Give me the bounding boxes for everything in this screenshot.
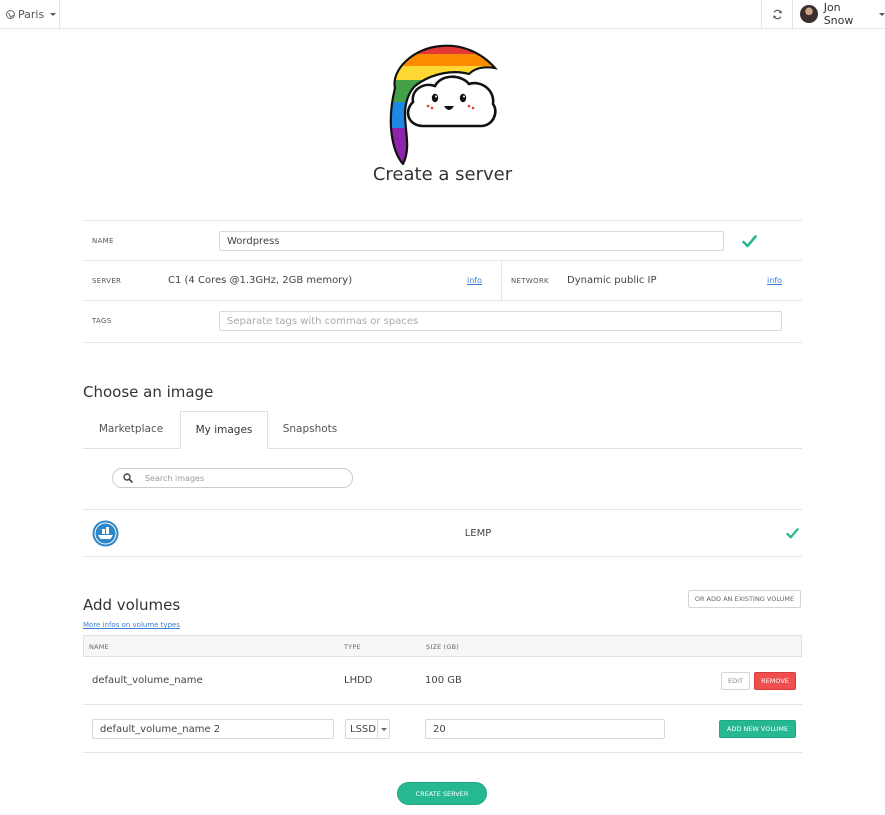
chevron-down-icon <box>377 720 389 738</box>
caret-down-icon <box>879 12 885 16</box>
volume-size: 100 GB <box>425 675 462 686</box>
region-label: Paris <box>18 7 45 21</box>
top-bar: Paris Jon Snow <box>0 0 885 29</box>
new-volume-name-input[interactable] <box>92 719 334 739</box>
volume-name: default_volume_name <box>92 675 203 686</box>
image-tabs: Marketplace My images Snapshots <box>83 411 802 449</box>
name-input[interactable] <box>219 231 724 251</box>
server-row: SERVER C1 (4 Cores @1.3GHz, 2GB memory) … <box>83 261 802 301</box>
compass-icon <box>6 9 15 19</box>
refresh-icon <box>772 9 782 19</box>
new-volume-row: LSSD ADD NEW VOLUME <box>83 705 802 753</box>
column-header-size: SIZE (GB) <box>426 643 460 651</box>
server-value: C1 (4 Cores @1.3GHz, 2GB memory) <box>168 275 353 286</box>
caret-down-icon <box>50 12 57 16</box>
tags-row: TAGS <box>83 301 802 343</box>
add-volumes-title: Add volumes <box>83 596 181 614</box>
refresh-button[interactable] <box>761 0 793 28</box>
image-name: LEMP <box>464 528 492 539</box>
search-images-input[interactable] <box>145 473 335 483</box>
network-value: Dynamic public IP <box>567 275 657 286</box>
remove-volume-button[interactable]: REMOVE <box>754 672 796 690</box>
column-header-type: TYPE <box>344 643 361 651</box>
name-row: NAME <box>83 221 802 261</box>
server-info-link[interactable]: info <box>467 276 482 285</box>
tags-input[interactable] <box>219 311 782 331</box>
volumes-table: NAME TYPE SIZE (GB) default_volume_name … <box>83 635 802 753</box>
volume-type-selected: LSSD <box>350 723 376 735</box>
table-header: NAME TYPE SIZE (GB) <box>83 635 802 657</box>
row-divider <box>501 261 502 301</box>
rainbow-cloud-logo <box>389 44 498 165</box>
page-title: Create a server <box>372 164 513 185</box>
table-row: default_volume_name LHDD 100 GB EDIT REM… <box>83 657 802 705</box>
volume-type: LHDD <box>344 675 373 686</box>
tab-marketplace[interactable]: Marketplace <box>83 411 179 449</box>
server-form: NAME SERVER C1 (4 Cores @1.3GHz, 2GB mem… <box>83 220 802 343</box>
edit-volume-button[interactable]: EDIT <box>721 672 750 690</box>
add-existing-volume-button[interactable]: OR ADD AN EXISTING VOLUME <box>688 590 801 608</box>
check-icon <box>742 235 757 248</box>
new-volume-size-input[interactable] <box>425 719 665 739</box>
volume-types-link[interactable]: More infos on volume types <box>83 621 180 629</box>
server-label: SERVER <box>92 277 122 285</box>
user-name: Jon Snow <box>823 1 854 27</box>
volume-type-select[interactable]: LSSD <box>345 719 390 739</box>
network-label: NETWORK <box>511 277 549 285</box>
tab-snapshots[interactable]: Snapshots <box>269 411 351 449</box>
region-selector[interactable]: Paris <box>0 0 60 28</box>
user-menu[interactable]: Jon Snow <box>794 0 885 28</box>
image-list-item[interactable]: LEMP <box>83 509 802 557</box>
tags-label: TAGS <box>92 317 112 325</box>
search-icon <box>123 473 133 483</box>
check-icon <box>786 528 799 539</box>
network-info-link[interactable]: info <box>767 276 782 285</box>
add-new-volume-button[interactable]: ADD NEW VOLUME <box>719 720 796 738</box>
create-server-button[interactable]: CREATE SERVER <box>397 782 487 805</box>
image-search <box>112 468 353 488</box>
column-header-name: NAME <box>89 643 109 651</box>
choose-image-title: Choose an image <box>83 383 214 401</box>
name-label: NAME <box>92 237 114 245</box>
avatar <box>800 5 818 23</box>
tab-my-images[interactable]: My images <box>180 411 268 449</box>
